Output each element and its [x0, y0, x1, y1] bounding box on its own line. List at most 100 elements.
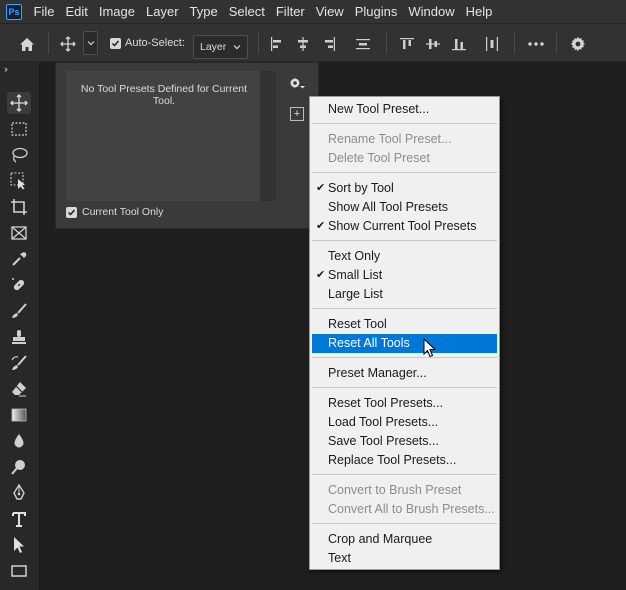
- menu-item-reset-tool-presets[interactable]: Reset Tool Presets...: [312, 394, 497, 413]
- menu-item-text-only[interactable]: Text Only: [312, 247, 497, 266]
- align-horizontal-center-icon[interactable]: [294, 36, 312, 52]
- eyedropper-icon[interactable]: [7, 248, 31, 270]
- type-tool-icon[interactable]: [7, 508, 31, 530]
- menu-item-sort-by-tool[interactable]: ✔ Sort by Tool: [312, 179, 497, 198]
- home-icon[interactable]: [16, 34, 38, 54]
- path-selection-icon[interactable]: [7, 534, 31, 556]
- menu-separator: [312, 357, 497, 358]
- menu-item-save-tool-presets[interactable]: Save Tool Presets...: [312, 432, 497, 451]
- menu-item-label: Save Tool Presets...: [328, 434, 439, 448]
- menu-item-label: Convert All to Brush Presets...: [328, 502, 495, 516]
- checkbox-checked-icon[interactable]: [66, 206, 77, 218]
- menu-item-label: Load Tool Presets...: [328, 415, 439, 429]
- menu-file[interactable]: File: [28, 0, 60, 23]
- menu-item-label: Reset Tool: [328, 317, 387, 331]
- tool-presets-scrollbar[interactable]: [260, 71, 276, 201]
- align-bottom-icon[interactable]: [450, 36, 468, 52]
- panel-menu-gear-button[interactable]: [285, 74, 309, 94]
- photoshop-logo: Ps: [6, 3, 22, 20]
- menu-image[interactable]: Image: [93, 0, 140, 23]
- settings-gear-icon[interactable]: [569, 35, 587, 53]
- menu-item-delete-tool-preset[interactable]: Delete Tool Preset: [312, 149, 497, 168]
- menu-item-label: Reset Tool Presets...: [328, 396, 444, 410]
- menu-layer[interactable]: Layer: [141, 0, 185, 23]
- menu-item-label: Reset All Tools: [328, 336, 410, 350]
- menu-item-show-all-tool-presets[interactable]: Show All Tool Presets: [312, 198, 497, 217]
- menu-edit[interactable]: Edit: [60, 0, 93, 23]
- menu-plugins[interactable]: Plugins: [349, 0, 403, 23]
- menu-item-convert-all-to-brush-presets[interactable]: Convert All to Brush Presets...: [312, 500, 497, 519]
- menu-item-replace-tool-presets[interactable]: Replace Tool Presets...: [312, 451, 497, 470]
- tool-presets-context-menu: New Tool Preset... Rename Tool Preset...…: [309, 96, 500, 570]
- rectangle-tool-icon[interactable]: [7, 560, 31, 582]
- menu-separator: [312, 387, 497, 388]
- menu-item-convert-to-brush-preset[interactable]: Convert to Brush Preset: [312, 481, 497, 500]
- menu-item-label: Show Current Tool Presets: [328, 219, 477, 233]
- menu-item-load-tool-presets[interactable]: Load Tool Presets...: [312, 413, 497, 432]
- menu-item-reset-all-tools[interactable]: Reset All Tools: [312, 334, 497, 353]
- blur-icon[interactable]: [7, 430, 31, 452]
- options-bar: Auto-Select: Layer: [0, 23, 626, 62]
- distribute-vertical-icon[interactable]: [354, 36, 372, 52]
- current-tool-only-checkbox[interactable]: Current Tool Only: [66, 206, 164, 218]
- menu-separator: [312, 474, 497, 475]
- menu-item-label: Text Only: [328, 249, 381, 263]
- crop-icon[interactable]: [7, 196, 31, 218]
- menu-window[interactable]: Window: [403, 0, 460, 23]
- menu-item-reset-tool[interactable]: Reset Tool: [312, 315, 497, 334]
- auto-select-checkbox[interactable]: [110, 38, 121, 49]
- pen-icon[interactable]: [7, 482, 31, 504]
- checkmark-icon: ✔: [316, 182, 326, 194]
- menu-item-show-current-tool-presets[interactable]: ✔ Show Current Tool Presets: [312, 217, 497, 236]
- menu-help[interactable]: Help: [460, 0, 498, 23]
- frame-icon[interactable]: [7, 222, 31, 244]
- align-vertical-center-icon[interactable]: [424, 36, 442, 52]
- menu-select[interactable]: Select: [223, 0, 270, 23]
- menu-view[interactable]: View: [310, 0, 349, 23]
- menu-item-crop-and-marquee[interactable]: Crop and Marquee: [312, 530, 497, 549]
- menu-item-large-list[interactable]: Large List: [312, 285, 497, 304]
- menu-item-label: Delete Tool Preset: [328, 151, 430, 165]
- auto-select-label: Auto-Select:: [125, 37, 185, 49]
- align-right-icon[interactable]: [320, 36, 338, 52]
- menu-type[interactable]: Type: [184, 0, 223, 23]
- object-selection-icon[interactable]: [7, 170, 31, 192]
- menu-filter[interactable]: Filter: [270, 0, 310, 23]
- menu-bar: Ps File Edit Image Layer Type Select Fil…: [0, 0, 626, 23]
- checkmark-icon: ✔: [316, 269, 326, 281]
- dodge-icon[interactable]: [7, 456, 31, 478]
- brush-icon[interactable]: [7, 300, 31, 322]
- move-tool-icon[interactable]: [7, 92, 31, 114]
- eraser-icon[interactable]: [7, 378, 31, 400]
- menu-item-small-list[interactable]: ✔ Small List: [312, 266, 497, 285]
- history-brush-icon[interactable]: [7, 352, 31, 374]
- menu-item-rename-tool-preset[interactable]: Rename Tool Preset...: [312, 130, 497, 149]
- menu-item-label: Preset Manager...: [328, 366, 427, 380]
- more-options-icon[interactable]: [526, 38, 546, 50]
- gradient-icon[interactable]: [7, 404, 31, 426]
- align-top-icon[interactable]: [398, 36, 416, 52]
- menu-item-text[interactable]: Text: [312, 549, 497, 568]
- auto-select-target-value: Layer: [200, 41, 227, 53]
- current-tool-only-label: Current Tool Only: [82, 206, 164, 218]
- tool-presets-panel: No Tool Presets Defined for Current Tool…: [55, 62, 319, 229]
- clone-stamp-icon[interactable]: [7, 326, 31, 348]
- move-tool-icon[interactable]: [58, 34, 78, 54]
- new-preset-icon[interactable]: +: [290, 107, 304, 121]
- spot-healing-brush-icon[interactable]: [7, 274, 31, 296]
- align-left-icon[interactable]: [268, 36, 286, 52]
- distribute-horizontal-icon[interactable]: [483, 36, 501, 52]
- menu-separator: [312, 308, 497, 309]
- tools-panel: ››: [0, 62, 40, 590]
- collapse-arrows-icon[interactable]: ››: [4, 64, 8, 74]
- menu-separator: [312, 240, 497, 241]
- rectangular-marquee-icon[interactable]: [7, 118, 31, 140]
- mouse-pointer-icon: [423, 338, 437, 358]
- lasso-icon[interactable]: [7, 144, 31, 166]
- tool-preset-picker[interactable]: [83, 31, 98, 55]
- auto-select-target-dropdown[interactable]: Layer: [193, 35, 248, 59]
- menu-separator: [312, 172, 497, 173]
- menu-item-label: Text: [328, 551, 351, 565]
- menu-item-preset-manager[interactable]: Preset Manager...: [312, 364, 497, 383]
- menu-item-new-tool-preset[interactable]: New Tool Preset...: [312, 100, 497, 119]
